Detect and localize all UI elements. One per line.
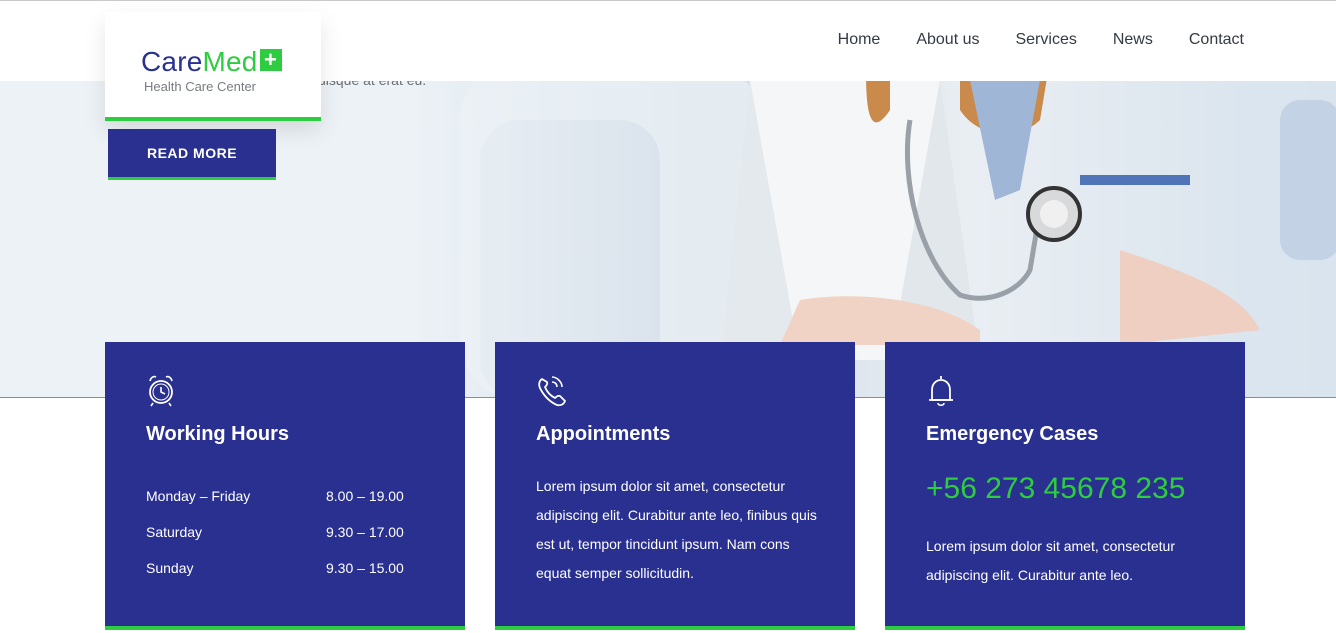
appointments-title: Appointments <box>536 423 671 445</box>
page: uisque at erat eu. Home About us Service… <box>0 0 1336 633</box>
nav-news[interactable]: News <box>1113 31 1153 49</box>
working-hours-title: Working Hours <box>146 423 289 445</box>
nav-about-us[interactable]: About us <box>916 31 979 49</box>
hours-day: Monday – Friday <box>146 488 251 504</box>
logo-subtitle: Health Care Center <box>144 79 256 94</box>
nav-home[interactable]: Home <box>838 31 881 49</box>
hours-day: Sunday <box>146 560 194 576</box>
nav-services[interactable]: Services <box>1015 31 1076 49</box>
appointments-card: Appointments Lorem ipsum dolor sit amet,… <box>495 342 855 630</box>
bell-icon <box>929 376 953 407</box>
alarm-clock-icon <box>149 375 173 407</box>
nav-contact[interactable]: Contact <box>1189 31 1244 49</box>
emergency-text: Lorem ipsum dolor sit amet, consectetur … <box>926 538 1175 583</box>
hours-list: Monday – Friday 8.00 – 19.00 Saturday 9.… <box>146 488 406 596</box>
hours-row: Monday – Friday 8.00 – 19.00 <box>146 488 406 524</box>
hours-row: Saturday 9.30 – 17.00 <box>146 524 406 560</box>
logo[interactable]: CareMed + Health Care Center <box>105 12 321 121</box>
working-hours-card: Working Hours Monday – Friday 8.00 – 19.… <box>105 342 465 630</box>
logo-med-text: Med <box>202 46 258 77</box>
hours-day: Saturday <box>146 524 203 540</box>
emergency-title: Emergency Cases <box>926 423 1099 445</box>
emergency-phone[interactable]: +56 273 45678 235 <box>926 472 1185 506</box>
hours-time: 8.00 – 19.00 <box>326 488 404 504</box>
phone-call-icon <box>538 376 566 407</box>
hours-time: 9.30 – 17.00 <box>326 524 404 540</box>
read-more-button[interactable]: READ MORE <box>108 129 276 180</box>
hours-row: Sunday 9.30 – 15.00 <box>146 560 406 596</box>
hours-time: 9.30 – 15.00 <box>326 560 404 576</box>
logo-wordmark: CareMed + <box>141 46 282 78</box>
main-nav: Home About us Services News Contact <box>838 31 1244 49</box>
logo-plus-icon: + <box>259 49 282 71</box>
logo-care-text: Care <box>141 46 203 77</box>
emergency-card: Emergency Cases +56 273 45678 235 Lorem … <box>885 342 1245 630</box>
appointments-text: Lorem ipsum dolor sit amet, consectetur … <box>536 478 817 581</box>
